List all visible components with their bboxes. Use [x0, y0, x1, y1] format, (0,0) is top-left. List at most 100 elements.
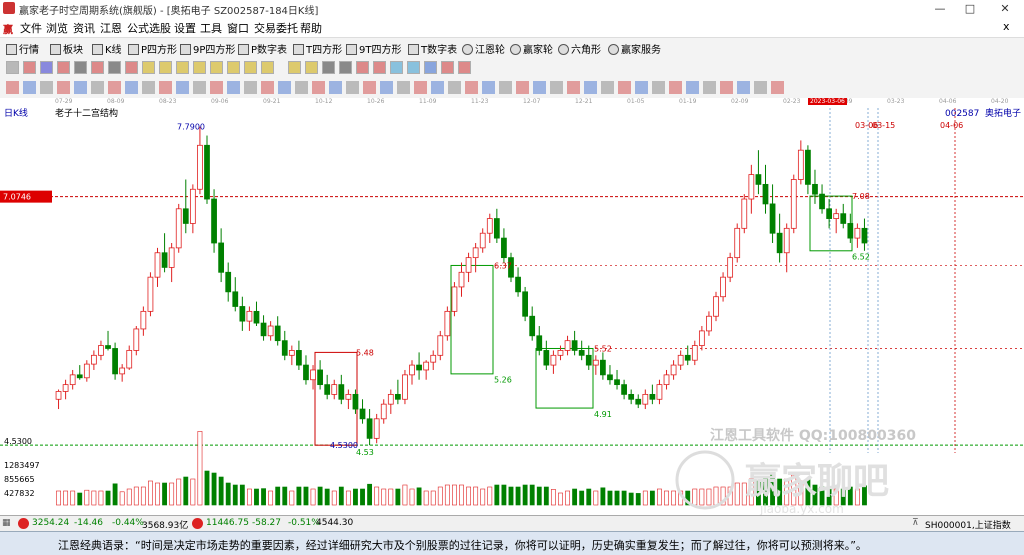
draw-tool-icon-13[interactable] [210, 61, 223, 74]
toolbar-p-square[interactable]: P四方形 [128, 41, 177, 56]
draw-tool-icon-5[interactable] [74, 61, 87, 74]
draw-tool-icon-4[interactable] [57, 61, 70, 74]
analysis-tool-icon-19[interactable] [312, 81, 325, 94]
toolbar-hexagon[interactable]: 六角形 [558, 41, 601, 56]
analysis-tool-icon-8[interactable] [125, 81, 138, 94]
analysis-tool-icon-31[interactable] [516, 81, 529, 94]
analysis-tool-icon-3[interactable] [40, 81, 53, 94]
analysis-tool-icon-37[interactable] [618, 81, 631, 94]
analysis-tool-icon-13[interactable] [210, 81, 223, 94]
analysis-tool-icon-5[interactable] [74, 81, 87, 94]
draw-tool-icon-2[interactable] [23, 61, 36, 74]
toolbar-p-table[interactable]: P数字表 [238, 41, 287, 56]
analysis-tool-icon-20[interactable] [329, 81, 342, 94]
analysis-tool-icon-45[interactable] [754, 81, 767, 94]
analysis-tool-icon-6[interactable] [91, 81, 104, 94]
mdi-close-button[interactable]: x [1003, 20, 1010, 33]
analysis-tool-icon-2[interactable] [23, 81, 36, 94]
analysis-tool-icon-17[interactable] [278, 81, 291, 94]
toolbar-t-table[interactable]: T数字表 [408, 41, 457, 56]
menu-help[interactable]: 帮助 [300, 20, 322, 36]
analysis-tool-icon-46[interactable] [771, 81, 784, 94]
close-button[interactable]: ✕ [990, 0, 1020, 17]
chart-area[interactable]: 日K线 老子十二宫结构 002587 奥拓电子 7.0746 4.5300 7.79… [0, 108, 1024, 515]
draw-tool-icon-27[interactable] [458, 61, 471, 74]
toolbar-9t-square[interactable]: 9T四方形 [346, 41, 401, 56]
analysis-tool-icon-14[interactable] [227, 81, 240, 94]
analysis-tool-icon-29[interactable] [482, 81, 495, 94]
toolbar-sectors[interactable]: 板块 [50, 41, 83, 56]
analysis-tool-icon-21[interactable] [346, 81, 359, 94]
menu-file[interactable]: 文件 [20, 20, 42, 36]
menu-trade[interactable]: 交易委托 [254, 20, 298, 36]
analysis-tool-icon-24[interactable] [397, 81, 410, 94]
menu-info[interactable]: 资讯 [73, 20, 95, 36]
analysis-tool-icon-16[interactable] [261, 81, 274, 94]
analysis-tool-icon-12[interactable] [193, 81, 206, 94]
analysis-tool-icon-44[interactable] [737, 81, 750, 94]
analysis-tool-icon-4[interactable] [57, 81, 70, 94]
analysis-tool-icon-34[interactable] [567, 81, 580, 94]
analysis-tool-icon-42[interactable] [703, 81, 716, 94]
index-selector-icon[interactable]: ⊼ [912, 518, 919, 528]
analysis-tool-icon-38[interactable] [635, 81, 648, 94]
analysis-tool-icon-39[interactable] [652, 81, 665, 94]
analysis-tool-icon-36[interactable] [601, 81, 614, 94]
toolbar-t-square[interactable]: T四方形 [293, 41, 342, 56]
analysis-tool-icon-1[interactable] [6, 81, 19, 94]
draw-tool-icon-21[interactable] [356, 61, 369, 74]
menu-formula[interactable]: 公式选股 [127, 20, 171, 36]
analysis-tool-icon-41[interactable] [686, 81, 699, 94]
minimize-button[interactable]: — [925, 0, 955, 17]
draw-tool-icon-20[interactable] [339, 61, 352, 74]
draw-tool-icon-16[interactable] [261, 61, 274, 74]
draw-tool-icon-10[interactable] [159, 61, 172, 74]
draw-tool-icon-14[interactable] [227, 61, 240, 74]
analysis-tool-icon-40[interactable] [669, 81, 682, 94]
draw-tool-icon-24[interactable] [407, 61, 420, 74]
menu-window[interactable]: 窗口 [227, 20, 249, 36]
analysis-tool-icon-10[interactable] [159, 81, 172, 94]
analysis-tool-icon-15[interactable] [244, 81, 257, 94]
draw-tool-icon-18[interactable] [305, 61, 318, 74]
draw-tool-icon-25[interactable] [424, 61, 437, 74]
analysis-tool-icon-7[interactable] [108, 81, 121, 94]
analysis-tool-icon-33[interactable] [550, 81, 563, 94]
menu-tools[interactable]: 工具 [200, 20, 222, 36]
analysis-tool-icon-27[interactable] [448, 81, 461, 94]
analysis-tool-icon-32[interactable] [533, 81, 546, 94]
draw-tool-icon-9[interactable] [142, 61, 155, 74]
draw-tool-icon-22[interactable] [373, 61, 386, 74]
analysis-tool-icon-23[interactable] [380, 81, 393, 94]
draw-tool-icon-17[interactable] [288, 61, 301, 74]
draw-tool-icon-12[interactable] [193, 61, 206, 74]
draw-tool-icon-6[interactable] [91, 61, 104, 74]
draw-tool-icon-7[interactable] [108, 61, 121, 74]
analysis-tool-icon-11[interactable] [176, 81, 189, 94]
draw-tool-icon-8[interactable] [125, 61, 138, 74]
toolbar-service[interactable]: 赢家服务 [608, 41, 661, 56]
analysis-tool-icon-26[interactable] [431, 81, 444, 94]
draw-tool-icon-26[interactable] [441, 61, 454, 74]
toolbar-kline[interactable]: K线 [92, 41, 122, 56]
analysis-tool-icon-30[interactable] [499, 81, 512, 94]
draw-tool-icon-15[interactable] [244, 61, 257, 74]
index-selector[interactable]: SH000001,上证指数 [925, 518, 1011, 531]
analysis-tool-icon-9[interactable] [142, 81, 155, 94]
menu-browse[interactable]: 浏览 [46, 20, 68, 36]
toolbar-9p-square[interactable]: 9P四方形 [180, 41, 235, 56]
draw-tool-icon-11[interactable] [176, 61, 189, 74]
analysis-tool-icon-25[interactable] [414, 81, 427, 94]
menu-gann[interactable]: 江恩 [100, 20, 122, 36]
analysis-tool-icon-35[interactable] [584, 81, 597, 94]
toolbar-gann-wheel[interactable]: 江恩轮 [462, 41, 505, 56]
analysis-tool-icon-18[interactable] [295, 81, 308, 94]
toolbar-quotes[interactable]: 行情 [6, 41, 39, 56]
draw-tool-icon-3[interactable] [40, 61, 53, 74]
analysis-tool-icon-43[interactable] [720, 81, 733, 94]
toolbar-winner-wheel[interactable]: 赢家轮 [510, 41, 553, 56]
menu-settings[interactable]: 设置 [174, 20, 196, 36]
analysis-tool-icon-22[interactable] [363, 81, 376, 94]
draw-tool-icon-19[interactable] [322, 61, 335, 74]
draw-tool-icon-1[interactable] [6, 61, 19, 74]
